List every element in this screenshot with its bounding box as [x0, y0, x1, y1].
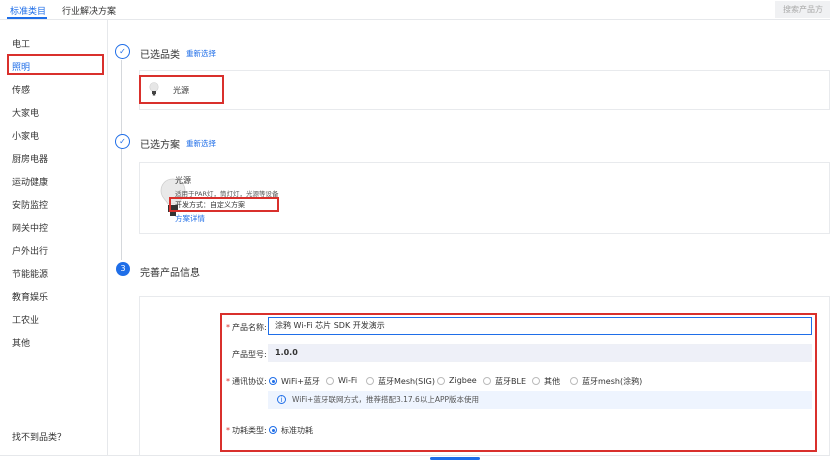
protocol-radio-ble-mesh-tuya[interactable]: [570, 377, 578, 385]
protocol-label-wifi-ble: WiFi+蓝牙: [281, 377, 320, 386]
top-tab-bar: 标准类目 行业解决方案 搜索产品方: [0, 0, 830, 20]
step2-title: 已选方案: [140, 140, 180, 151]
protocol-label-ble-mesh-sig: 蓝牙Mesh(SIG): [378, 377, 435, 386]
sidebar-item-lighting[interactable]: 照明: [12, 60, 30, 73]
bulb-icon: [149, 82, 159, 96]
sidebar-item-education[interactable]: 教育娱乐: [12, 290, 48, 303]
protocol-radio-wifi-ble[interactable]: [269, 377, 277, 385]
sidebar-item-outdoor[interactable]: 户外出行: [12, 244, 48, 257]
power-radio-standard[interactable]: [269, 426, 277, 434]
tab-standard-category[interactable]: 标准类目: [10, 4, 46, 17]
protocol-label-ble-mesh-tuya: 蓝牙mesh(涂鸦): [582, 377, 643, 386]
step1-title: 已选品类: [140, 50, 180, 61]
product-model-input[interactable]: 1.0.0: [268, 344, 812, 362]
dev-mode-highlight-box: [169, 197, 279, 212]
protocol-info-banner: i WiFi+蓝牙联网方式，推荐搭配3.17.6以上APP版本使用: [268, 391, 812, 409]
sidebar-item-gateway[interactable]: 网关中控: [12, 221, 48, 234]
step3-number-badge: 3: [116, 262, 130, 276]
power-label-standard: 标准功耗: [281, 426, 313, 435]
protocol-radio-other[interactable]: [532, 377, 540, 385]
solution-name: 光源: [175, 176, 191, 185]
protocol-label-ble: 蓝牙BLE: [495, 377, 526, 386]
sidebar-item-small-appliance[interactable]: 小家电: [12, 129, 39, 142]
protocol-label-other: 其他: [544, 377, 560, 386]
selected-category-name: 光源: [173, 86, 189, 95]
sidebar-item-large-appliance[interactable]: 大家电: [12, 106, 39, 119]
sidebar-item-kitchen[interactable]: 厨房电器: [12, 152, 48, 165]
category-not-found-link[interactable]: 找不到品类？: [12, 430, 66, 443]
step-connector-line: [121, 60, 122, 260]
horizontal-scrollbar[interactable]: [430, 457, 480, 460]
product-name-input[interactable]: 涂鸦 Wi-Fi 芯片 SDK 开发演示: [268, 317, 812, 335]
power-type-label: * 功耗类型:: [226, 426, 267, 435]
info-icon: i: [277, 395, 286, 404]
protocol-radio-zigbee[interactable]: [437, 377, 445, 385]
protocol-info-text: WiFi+蓝牙联网方式，推荐搭配3.17.6以上APP版本使用: [292, 395, 480, 404]
sidebar-item-sports-health[interactable]: 运动健康: [12, 175, 48, 188]
step1-check-icon: ✓: [115, 44, 130, 59]
protocol-label-zigbee: Zigbee: [449, 376, 477, 385]
protocol-radio-wifi[interactable]: [326, 377, 334, 385]
sidebar-item-industry[interactable]: 工农业: [12, 313, 39, 326]
step2-check-icon: ✓: [115, 134, 130, 149]
search-input[interactable]: 搜索产品方: [775, 1, 830, 18]
sidebar-item-electrician[interactable]: 电工: [12, 37, 30, 50]
product-model-label: 产品型号:: [232, 350, 267, 359]
step1-reselect-link[interactable]: 重新选择: [186, 48, 216, 59]
protocol-radio-ble[interactable]: [483, 377, 491, 385]
product-name-label: * 产品名称:: [226, 323, 267, 332]
step3-title: 完善产品信息: [140, 268, 200, 279]
sidebar-item-other[interactable]: 其他: [12, 336, 30, 349]
protocol-label-wifi: Wi-Fi: [338, 376, 358, 385]
protocol-radio-ble-mesh-sig[interactable]: [366, 377, 374, 385]
step2-reselect-link[interactable]: 重新选择: [186, 138, 216, 149]
sidebar-item-energy[interactable]: 节能能源: [12, 267, 48, 280]
sidebar-item-sensor[interactable]: 传感: [12, 83, 30, 96]
solution-detail-link[interactable]: 方案详情: [175, 213, 205, 224]
sidebar-item-security[interactable]: 安防监控: [12, 198, 48, 211]
selected-category-card: [139, 70, 830, 110]
protocol-label: * 通讯协议:: [226, 377, 267, 386]
tab-industry-solution[interactable]: 行业解决方案: [62, 4, 116, 17]
active-tab-indicator: [7, 17, 47, 19]
